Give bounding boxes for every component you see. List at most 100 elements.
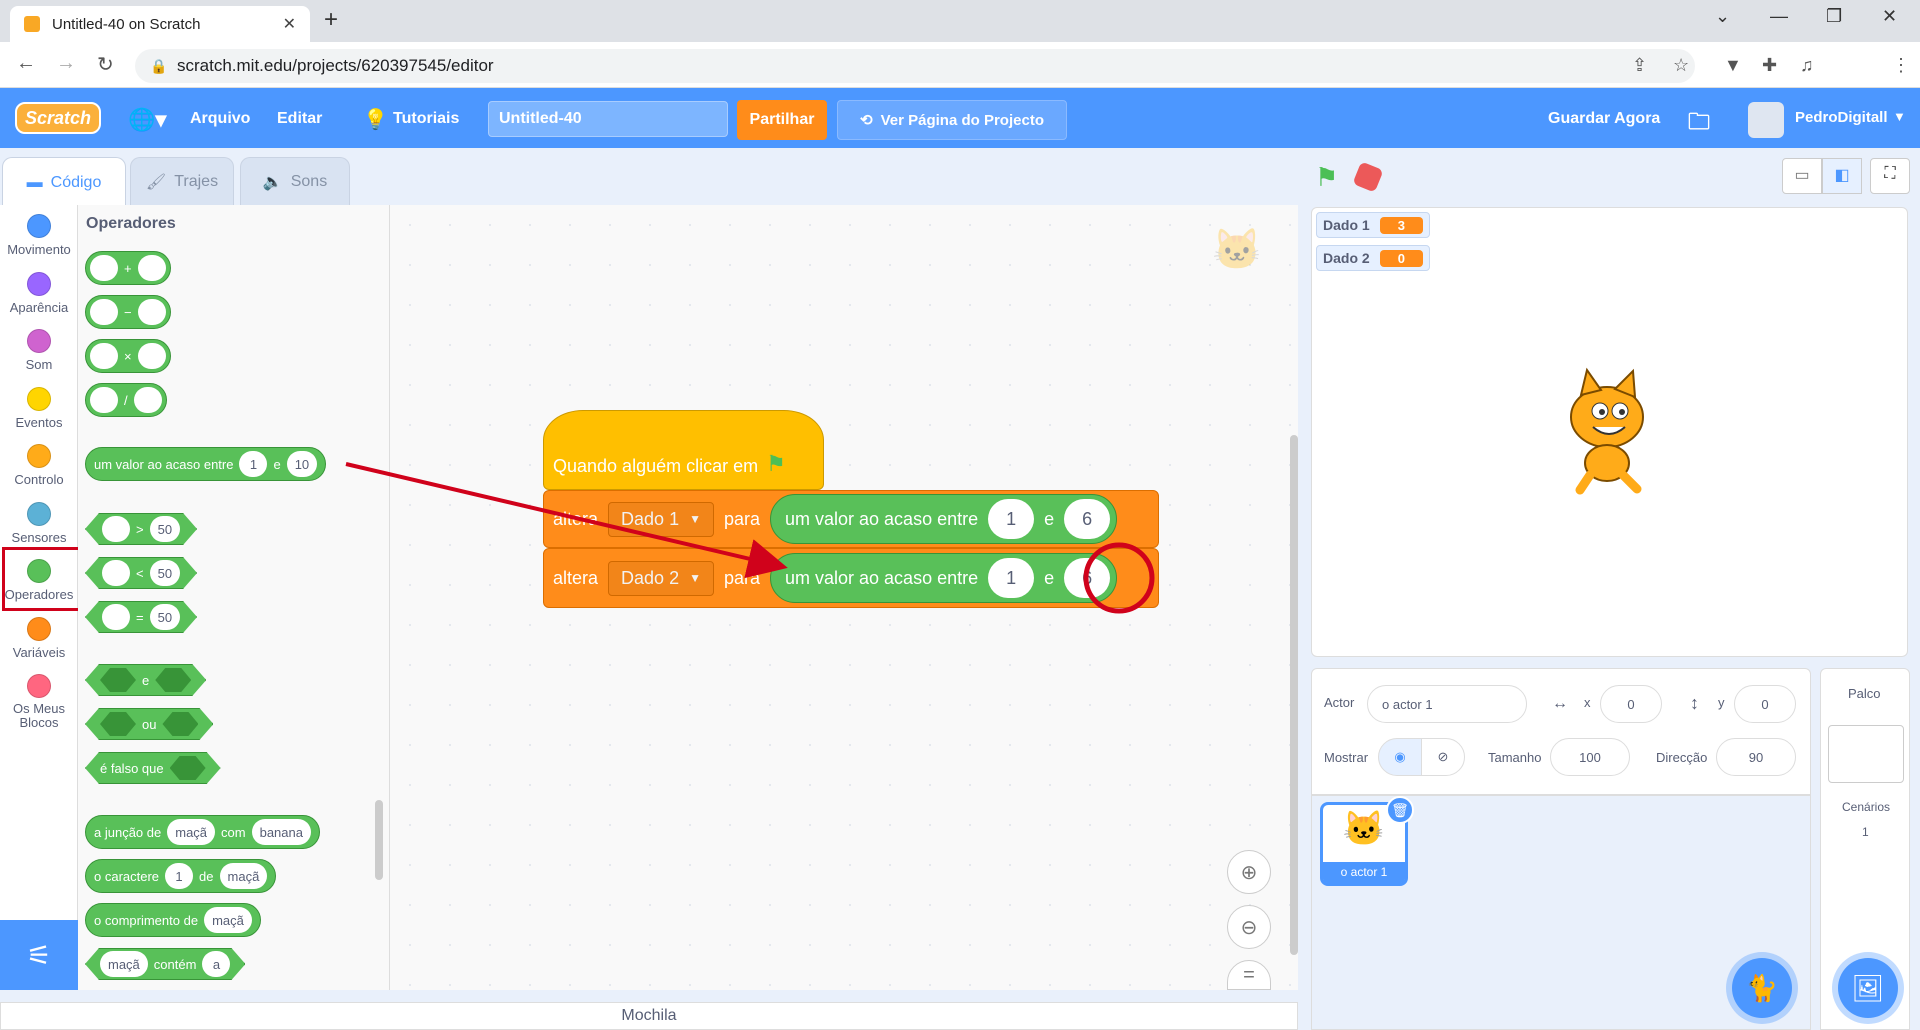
random-to-input[interactable]: 10 [286, 451, 318, 477]
see-project-page-button[interactable]: ⟲ Ver Página do Projecto [837, 100, 1067, 140]
block-divide[interactable]: / [85, 383, 167, 417]
compare-value[interactable]: 50 [150, 516, 180, 542]
direction-input[interactable]: 90 [1716, 738, 1796, 776]
delete-sprite-icon[interactable]: 🗑 [1386, 796, 1414, 824]
forward-icon[interactable]: → [56, 52, 76, 75]
letter-index-input[interactable]: 1 [165, 863, 194, 889]
variable-dropdown-2[interactable]: Dado 2 ▼ [608, 560, 714, 596]
block-less-than[interactable]: <50 [85, 557, 197, 589]
account-chevron-down-icon[interactable]: ▼ [1893, 109, 1906, 124]
category-motion[interactable]: Movimento [0, 214, 78, 257]
share-page-icon[interactable]: ⇪ [1632, 55, 1647, 76]
avatar[interactable] [1748, 102, 1784, 138]
join-b-input[interactable]: banana [251, 819, 311, 845]
block-equals[interactable]: = 50 [85, 601, 197, 633]
menu-tutorials[interactable]: Tutoriais [393, 110, 459, 128]
browser-tab[interactable]: Untitled-40 on Scratch ✕ [10, 6, 310, 42]
language-globe-icon[interactable]: 🌐▾ [128, 107, 166, 133]
contains-b-input[interactable]: a [202, 951, 230, 977]
set-variable-block-2[interactable]: altera Dado 2 ▼ para um valor ao acaso en… [543, 548, 1159, 608]
category-events[interactable]: Eventos [0, 387, 78, 430]
add-backdrop-icon[interactable]: 🖼 [1838, 958, 1898, 1018]
category-variables[interactable]: Variáveis [0, 617, 78, 660]
random-to-input[interactable]: 6 [1064, 499, 1111, 539]
palette-scrollbar[interactable] [375, 800, 383, 880]
scratch-logo[interactable]: Scratch [15, 102, 101, 134]
category-sound[interactable]: Som [0, 329, 78, 372]
block-multiply[interactable]: × [85, 339, 171, 373]
random-from-input[interactable]: 1 [988, 558, 1035, 598]
category-looks[interactable]: Aparência [0, 272, 78, 315]
hide-eye-icon[interactable]: ⊘ [1421, 738, 1465, 776]
category-my-blocks[interactable]: Os Meus Blocos [0, 674, 78, 730]
restore-icon[interactable]: ❐ [1826, 6, 1842, 27]
close-window-icon[interactable]: ✕ [1882, 6, 1897, 27]
compare-value[interactable]: 50 [150, 560, 180, 586]
block-contains[interactable]: maçã contém a [85, 948, 245, 980]
category-control[interactable]: Controlo [0, 444, 78, 487]
share-button[interactable]: Partilhar [737, 100, 827, 140]
compare-value[interactable]: 50 [150, 604, 180, 630]
block-subtract[interactable]: − [85, 295, 171, 329]
contains-a-input[interactable]: maçã [100, 951, 148, 977]
reload-icon[interactable]: ↻ [97, 52, 114, 77]
script-scrollbar[interactable] [1290, 435, 1298, 955]
join-a-input[interactable]: maçã [167, 819, 216, 845]
random-to-input[interactable]: 6 [1064, 558, 1111, 598]
random-reporter-2[interactable]: um valor ao acaso entre 1 e 6 [770, 553, 1118, 603]
normal-stage-icon[interactable]: ◧ [1822, 158, 1862, 194]
show-eye-icon[interactable]: ◉ [1378, 738, 1422, 776]
fullscreen-icon[interactable]: ⛶ [1870, 158, 1910, 194]
variable-monitor-1[interactable]: Dado 1 3 [1316, 212, 1430, 238]
when-flag-clicked-block[interactable]: Quando alguém clicar em ⚑ [543, 410, 824, 490]
random-from-input[interactable]: 1 [239, 451, 268, 477]
extension-icon[interactable]: ▼ [1724, 55, 1742, 76]
backpack-bar[interactable]: Mochila [0, 1002, 1298, 1030]
save-now-button[interactable]: Guardar Agora [1548, 110, 1660, 128]
random-from-input[interactable]: 1 [988, 499, 1035, 539]
length-string-input[interactable]: maçã [204, 907, 252, 933]
cat-sprite[interactable] [1545, 365, 1675, 495]
my-stuff-folder-icon[interactable]: 🗀 [1688, 105, 1710, 143]
back-icon[interactable]: ← [16, 52, 36, 75]
add-extension-icon[interactable]: ⚟ [0, 920, 78, 990]
tab-costumes[interactable]: 🖌 Trajes [130, 157, 234, 205]
block-and[interactable]: e [85, 664, 206, 696]
minimize-icon[interactable]: — [1770, 6, 1788, 27]
bookmark-star-icon[interactable]: ☆ [1673, 55, 1689, 76]
puzzle-icon[interactable]: ✚ [1762, 55, 1777, 76]
block-greater-than[interactable]: >50 [85, 513, 197, 545]
y-input[interactable]: 0 [1734, 685, 1796, 723]
random-reporter-1[interactable]: um valor ao acaso entre 1 e 6 [770, 494, 1118, 544]
x-input[interactable]: 0 [1600, 685, 1662, 723]
category-sensing[interactable]: Sensores [0, 502, 78, 545]
letter-string-input[interactable]: maçã [219, 863, 268, 889]
block-length-of[interactable]: o comprimento de maçã [85, 903, 261, 937]
add-sprite-icon[interactable]: 🐈 [1732, 958, 1792, 1018]
media-icon[interactable]: ♫ [1800, 55, 1814, 76]
menu-file[interactable]: Arquivo [190, 110, 250, 128]
block-not[interactable]: é falso que [85, 752, 221, 784]
block-random[interactable]: um valor ao acaso entre 1 e 10 [85, 447, 327, 481]
tab-sounds[interactable]: 🔈 Sons [240, 157, 350, 205]
sprite-name-input[interactable]: o actor 1 [1367, 685, 1527, 723]
lock-icon[interactable]: 🔒 [150, 58, 167, 75]
new-tab-icon[interactable]: + [324, 6, 338, 34]
block-or[interactable]: ou [85, 708, 213, 740]
browser-menu-icon[interactable]: ⋮ [1892, 55, 1910, 76]
url-field[interactable]: scratch.mit.edu/projects/620397545/edito… [135, 49, 1695, 83]
size-input[interactable]: 100 [1550, 738, 1630, 776]
project-title-input[interactable]: Untitled-40 [488, 101, 728, 137]
set-variable-block-1[interactable]: altera Dado 1 ▼ para um valor ao acaso en… [543, 490, 1159, 548]
zoom-in-icon[interactable]: ⊕ [1227, 850, 1271, 894]
menu-edit[interactable]: Editar [277, 110, 322, 128]
green-flag-icon[interactable]: ⚑ [1315, 162, 1338, 193]
variable-dropdown-1[interactable]: Dado 1 ▼ [608, 501, 714, 537]
username-menu[interactable]: PedroDigitall [1795, 109, 1888, 126]
tab-search-icon[interactable]: ⌄ [1715, 6, 1730, 27]
tab-code[interactable]: ▬ Código [2, 157, 126, 207]
block-join[interactable]: a junção de maçã com banana [85, 815, 320, 849]
block-add[interactable]: + [85, 251, 171, 285]
zoom-out-icon[interactable]: ⊖ [1227, 905, 1271, 949]
stage-thumbnail[interactable] [1828, 725, 1904, 783]
